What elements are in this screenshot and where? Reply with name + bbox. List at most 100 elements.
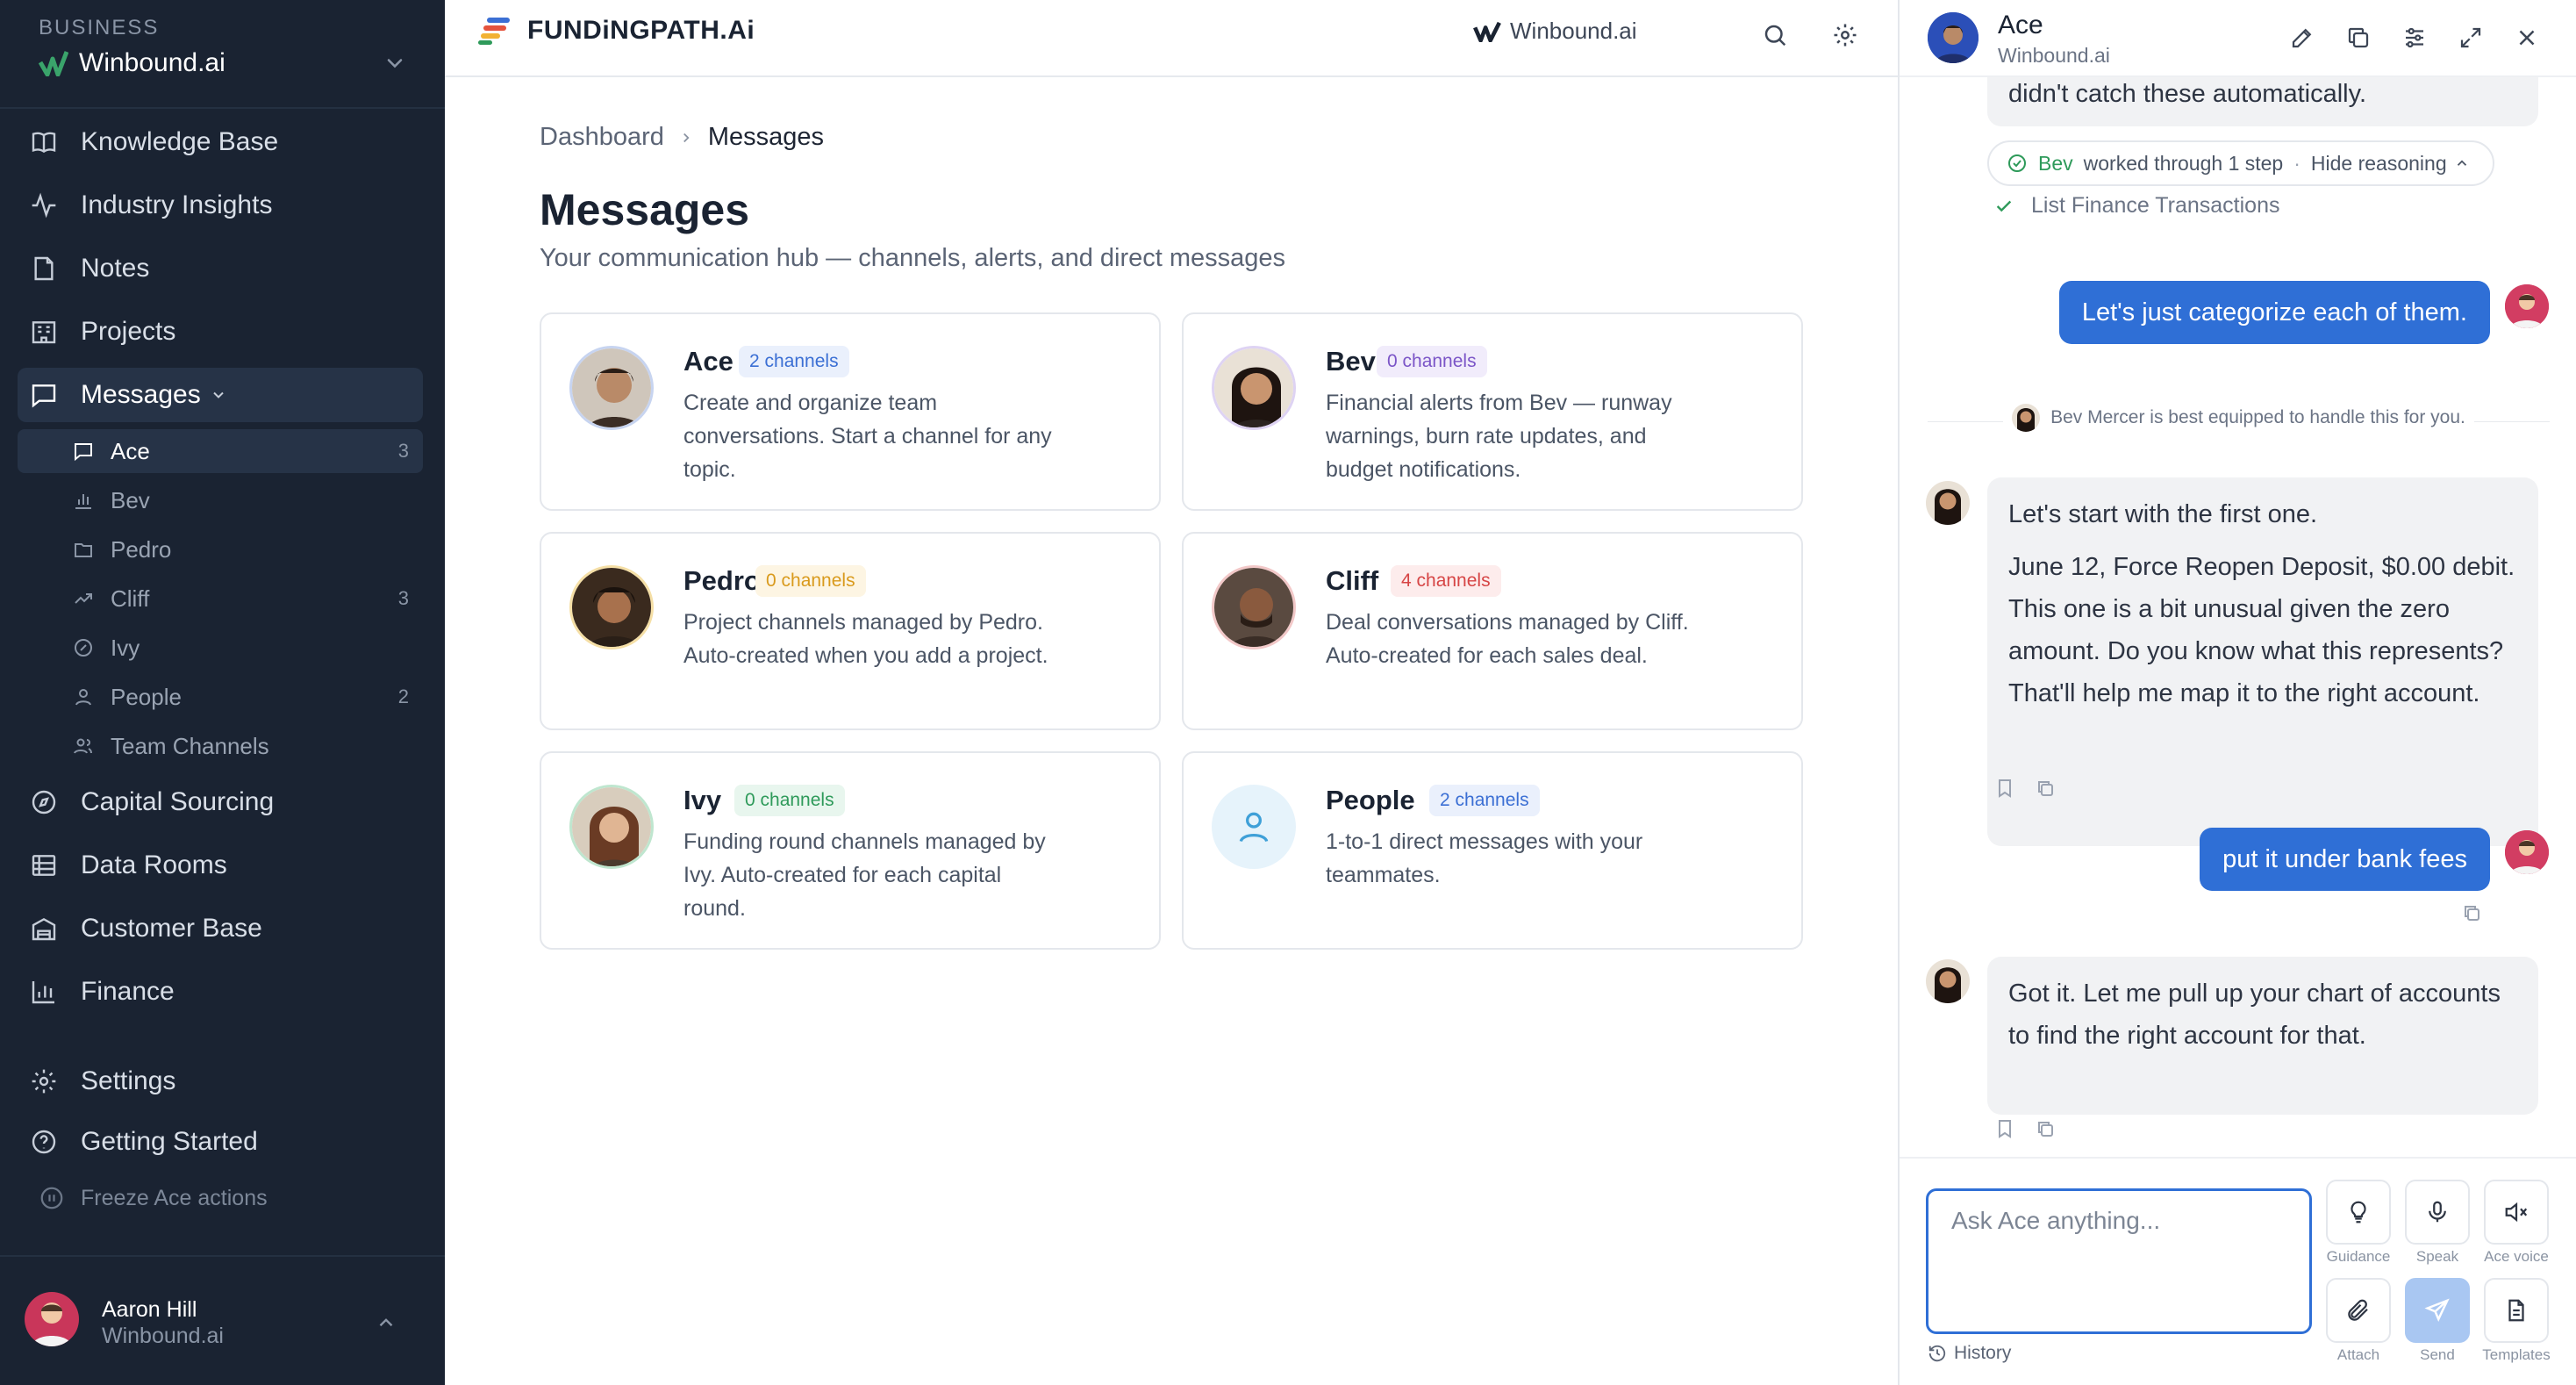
copy-icon[interactable] — [2340, 19, 2377, 56]
history-button[interactable]: History — [1928, 1343, 2011, 1364]
unread-count: 3 — [397, 440, 409, 462]
ask-input[interactable] — [1926, 1188, 2312, 1334]
note-icon — [28, 253, 60, 284]
chevron-down-icon[interactable] — [383, 51, 407, 75]
message-text: Got it. Let me pull up your chart of acc… — [2008, 980, 2501, 1050]
breadcrumb-dashboard[interactable]: Dashboard — [540, 123, 664, 152]
nav-projects[interactable]: Projects — [18, 305, 423, 359]
channel-card-ace[interactable]: Ace 2 channels Create and organize team … — [540, 312, 1161, 511]
page-title: Messages — [540, 185, 750, 234]
page-subtitle: Your communication hub — channels, alert… — [540, 244, 1286, 272]
nav-capital-sourcing[interactable]: Capital Sourcing — [18, 775, 423, 829]
freeze-ace-actions[interactable]: Freeze Ace actions — [39, 1185, 268, 1211]
sidebar-item-bev[interactable]: Bev — [18, 478, 423, 522]
search-icon[interactable] — [1756, 16, 1794, 54]
target-icon — [72, 636, 95, 659]
copy-icon[interactable] — [2035, 1118, 2056, 1139]
chevron-up-icon[interactable] — [375, 1311, 397, 1334]
copy-icon[interactable] — [2461, 902, 2482, 923]
nav-label: Knowledge Base — [81, 127, 279, 156]
help-icon — [28, 1126, 60, 1158]
copy-icon[interactable] — [2035, 778, 2056, 799]
bookmark-icon[interactable] — [1994, 778, 2015, 799]
brand-name: FUNDiNGPATH.Ai — [527, 16, 755, 45]
handoff-text: Bev Mercer is best equipped to handle th… — [2050, 407, 2465, 427]
channel-count-badge: 2 channels — [739, 346, 849, 377]
breadcrumb: Dashboard Messages — [540, 123, 824, 152]
nav-data-rooms[interactable]: Data Rooms — [18, 838, 423, 893]
templates-button[interactable] — [2484, 1278, 2549, 1343]
avatar — [25, 1292, 79, 1346]
business-switcher[interactable]: BUSINESS Winbound.ai — [39, 16, 425, 77]
close-icon[interactable] — [2508, 19, 2545, 56]
org-name: Winbound.ai — [1510, 18, 1637, 44]
people-icon — [72, 735, 95, 757]
user-menu[interactable]: Aaron Hill Winbound.ai — [0, 1255, 445, 1385]
sidebar-item-people[interactable]: People 2 — [18, 675, 423, 719]
guidance-button[interactable] — [2326, 1180, 2391, 1245]
message-actions — [1994, 1118, 2056, 1139]
avatar — [1212, 565, 1296, 649]
chevron-up-icon[interactable] — [2454, 155, 2470, 171]
activity-icon — [28, 190, 60, 221]
expand-icon[interactable] — [2452, 19, 2489, 56]
tool-label: Guidance — [2326, 1248, 2391, 1265]
bookmark-icon[interactable] — [1994, 1118, 2015, 1139]
nav-finance[interactable]: Finance — [18, 965, 423, 1019]
chat-icon — [72, 440, 95, 463]
sidebar-item-cliff[interactable]: Cliff 3 — [18, 577, 423, 621]
tool-label: Templates — [2482, 1346, 2551, 1363]
edit-icon[interactable] — [2284, 19, 2321, 56]
channel-card-bev[interactable]: Bev 0 channels Financial alerts from Bev… — [1182, 312, 1803, 511]
card-description: Financial alerts from Bev — runway warni… — [1326, 391, 1672, 482]
org-switcher[interactable]: Winbound.ai — [1473, 18, 1637, 45]
business-name: Winbound.ai — [79, 48, 225, 77]
nav-messages[interactable]: Messages — [18, 368, 423, 422]
paperclip-icon — [2345, 1297, 2372, 1324]
unread-count: 3 — [397, 587, 409, 609]
sidebar-item-label: Pedro — [111, 535, 172, 563]
channel-card-people[interactable]: People 2 channels 1-to-1 direct messages… — [1182, 751, 1803, 950]
trend-icon — [72, 587, 95, 610]
sidebar-item-team-channels[interactable]: Team Channels — [18, 724, 423, 768]
nav-label: Notes — [81, 254, 150, 283]
speak-button[interactable] — [2405, 1180, 2470, 1245]
sliders-icon[interactable] — [2396, 19, 2433, 56]
chat-message-ai: Let's start with the first one. June 12,… — [1987, 477, 2538, 846]
card-description: Create and organize team conversations. … — [683, 391, 1052, 482]
nav-knowledge-base[interactable]: Knowledge Base — [18, 115, 423, 169]
sidebar-item-label: Ace — [111, 437, 150, 464]
send-button[interactable] — [2405, 1278, 2470, 1343]
brand[interactable]: FUNDiNGPATH.Ai — [478, 16, 755, 46]
channel-card-pedro[interactable]: Pedro 0 channels Project channels manage… — [540, 532, 1161, 730]
sidebar-item-ivy[interactable]: Ivy — [18, 626, 423, 670]
reasoning-step: List Finance Transactions — [1994, 193, 2279, 219]
reasoning-text: worked through 1 step — [2083, 151, 2284, 175]
document-icon — [2503, 1297, 2529, 1324]
nav-notes[interactable]: Notes — [18, 241, 423, 296]
nav-industry-insights[interactable]: Industry Insights — [18, 178, 423, 233]
channel-card-ivy[interactable]: Ivy 0 channels Funding round channels ma… — [540, 751, 1161, 950]
chat-message-ai: didn't catch these automatically. — [1987, 77, 2538, 126]
nav-settings[interactable]: Settings — [18, 1054, 423, 1109]
sidebar-item-pedro[interactable]: Pedro — [18, 527, 423, 571]
tool-label: Attach — [2336, 1346, 2380, 1363]
sidebar-item-ace[interactable]: Ace 3 — [18, 429, 423, 473]
message-text: Let's start with the first one. — [2008, 500, 2318, 528]
gear-icon[interactable] — [1826, 16, 1864, 54]
attach-button[interactable] — [2326, 1278, 2391, 1343]
sidebar-divider — [0, 107, 445, 109]
message-icon — [28, 379, 60, 411]
message-text: didn't catch these automatically. — [2008, 80, 2366, 108]
card-name: Bev — [1326, 346, 1376, 377]
sidebar-item-label: Ivy — [111, 634, 140, 661]
channel-card-cliff[interactable]: Cliff 4 channels Deal conversations mana… — [1182, 532, 1803, 730]
message-text: put it under bank fees — [2222, 845, 2467, 873]
channel-count-badge: 4 channels — [1391, 565, 1501, 597]
nav-getting-started[interactable]: Getting Started — [18, 1115, 423, 1169]
hide-reasoning-toggle[interactable]: Hide reasoning — [2311, 152, 2447, 176]
nav-customer-base[interactable]: Customer Base — [18, 901, 423, 956]
bar-chart-icon — [72, 489, 95, 512]
ace-voice-button[interactable] — [2484, 1180, 2549, 1245]
tool-label: Send — [2420, 1346, 2455, 1363]
